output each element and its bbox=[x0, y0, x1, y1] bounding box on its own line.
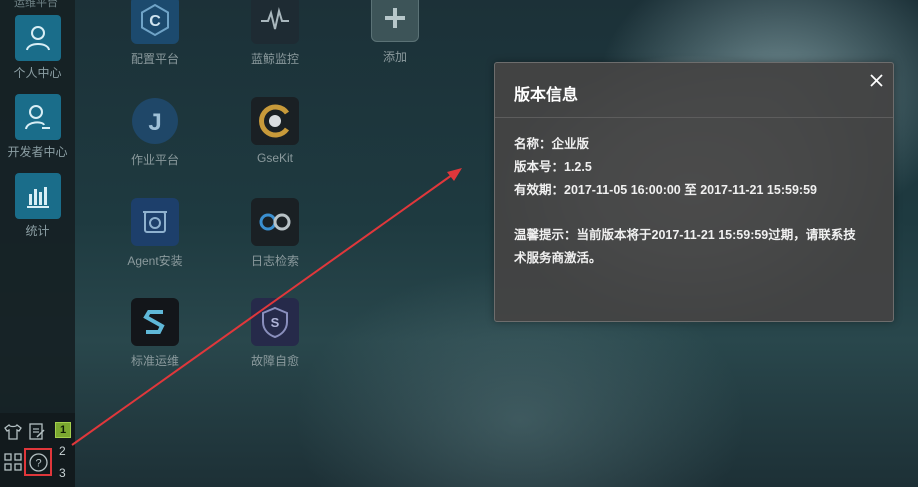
version-info-dialog: 版本信息 名称：企业版 版本号：1.2.5 有效期：2017-11-05 16:… bbox=[494, 62, 894, 322]
sidebar-item-personal-center[interactable]: 个人中心 bbox=[0, 15, 75, 81]
app-label: 日志检索 bbox=[250, 254, 299, 268]
grid-apps-icon[interactable] bbox=[4, 453, 22, 476]
bottom-toolbar: 1 ? 2 3 bbox=[0, 413, 75, 487]
app-label: 配置平台 bbox=[130, 52, 179, 66]
expiry-tip-line: 术服务商激活。 bbox=[514, 251, 602, 265]
app-label: Agent安装 bbox=[127, 254, 183, 268]
app-bk-monitor[interactable]: 蓝鲸监控 bbox=[230, 0, 320, 67]
version-number: 版本号：1.2.5 bbox=[514, 160, 592, 174]
dialog-title: 版本信息 bbox=[514, 87, 579, 104]
svg-text:S: S bbox=[271, 315, 280, 330]
close-button[interactable] bbox=[867, 71, 887, 91]
j-logo-icon: J bbox=[131, 97, 179, 145]
app-add[interactable]: 添加 bbox=[350, 0, 440, 65]
help-button[interactable]: ? bbox=[24, 448, 52, 476]
app-label: 作业平台 bbox=[130, 153, 179, 167]
bar-chart-icon bbox=[14, 173, 61, 219]
close-icon bbox=[870, 74, 883, 87]
dialog-body: 名称：企业版 版本号：1.2.5 有效期：2017-11-05 16:00:00… bbox=[495, 118, 893, 270]
app-fault-self-healing[interactable]: S 故障自愈 bbox=[230, 298, 320, 369]
user-icon bbox=[14, 15, 61, 61]
gsekit-icon bbox=[251, 97, 299, 145]
s-logo-icon bbox=[131, 298, 179, 346]
sidebar-item-developer-center[interactable]: 开发者中心 bbox=[0, 94, 75, 160]
svg-text:C: C bbox=[149, 13, 161, 30]
question-circle-icon: ? bbox=[29, 453, 48, 477]
app-label: 蓝鲸监控 bbox=[250, 52, 299, 66]
developer-icon bbox=[14, 94, 61, 140]
c-logo-icon: C bbox=[131, 0, 179, 44]
svg-text:?: ? bbox=[35, 458, 41, 470]
app-label: GseKit bbox=[256, 151, 293, 165]
sidebar-top-partial-label: 运维平台 bbox=[14, 0, 58, 9]
dialog-header: 版本信息 bbox=[495, 63, 893, 118]
expiry-tip-line: 温馨提示：当前版本将于2017-11-21 15:59:59过期，请联系技 bbox=[514, 228, 856, 242]
notes-icon[interactable] bbox=[28, 422, 46, 446]
infinity-icon bbox=[251, 198, 299, 246]
app-label: 故障自愈 bbox=[250, 354, 299, 368]
app-label: 添加 bbox=[382, 50, 407, 64]
sidebar-item-label: 统计 bbox=[25, 224, 50, 238]
sidebar-item-label: 开发者中心 bbox=[7, 145, 68, 159]
marker-badge-1: 1 bbox=[55, 422, 71, 438]
app-log-search[interactable]: 日志检索 bbox=[230, 198, 320, 269]
expiry-tip: 温馨提示：当前版本将于2017-11-21 15:59:59过期，请联系技 术服… bbox=[514, 224, 874, 270]
sidebar-item-label: 个人中心 bbox=[13, 66, 62, 80]
marker-number-3: 3 bbox=[59, 466, 66, 480]
marker-number-2: 2 bbox=[59, 444, 66, 458]
shirt-icon[interactable] bbox=[4, 423, 22, 446]
app-standard-ops[interactable]: 标准运维 bbox=[110, 298, 200, 369]
app-gsekit[interactable]: GseKit bbox=[230, 97, 320, 165]
sidebar-item-statistics[interactable]: 统计 bbox=[0, 173, 75, 239]
app-job-platform[interactable]: J 作业平台 bbox=[110, 97, 200, 168]
agent-icon bbox=[131, 198, 179, 246]
app-config-platform[interactable]: C 配置平台 bbox=[110, 0, 200, 67]
validity-period: 有效期：2017-11-05 16:00:00 至 2017-11-21 15:… bbox=[514, 183, 817, 197]
shield-icon: S bbox=[251, 298, 299, 346]
pulse-icon bbox=[251, 0, 299, 44]
app-agent-install[interactable]: Agent安装 bbox=[110, 198, 200, 269]
edition-name: 名称：企业版 bbox=[514, 137, 590, 151]
plus-icon bbox=[371, 0, 419, 42]
app-label: 标准运维 bbox=[130, 354, 179, 368]
svg-text:J: J bbox=[148, 109, 161, 136]
